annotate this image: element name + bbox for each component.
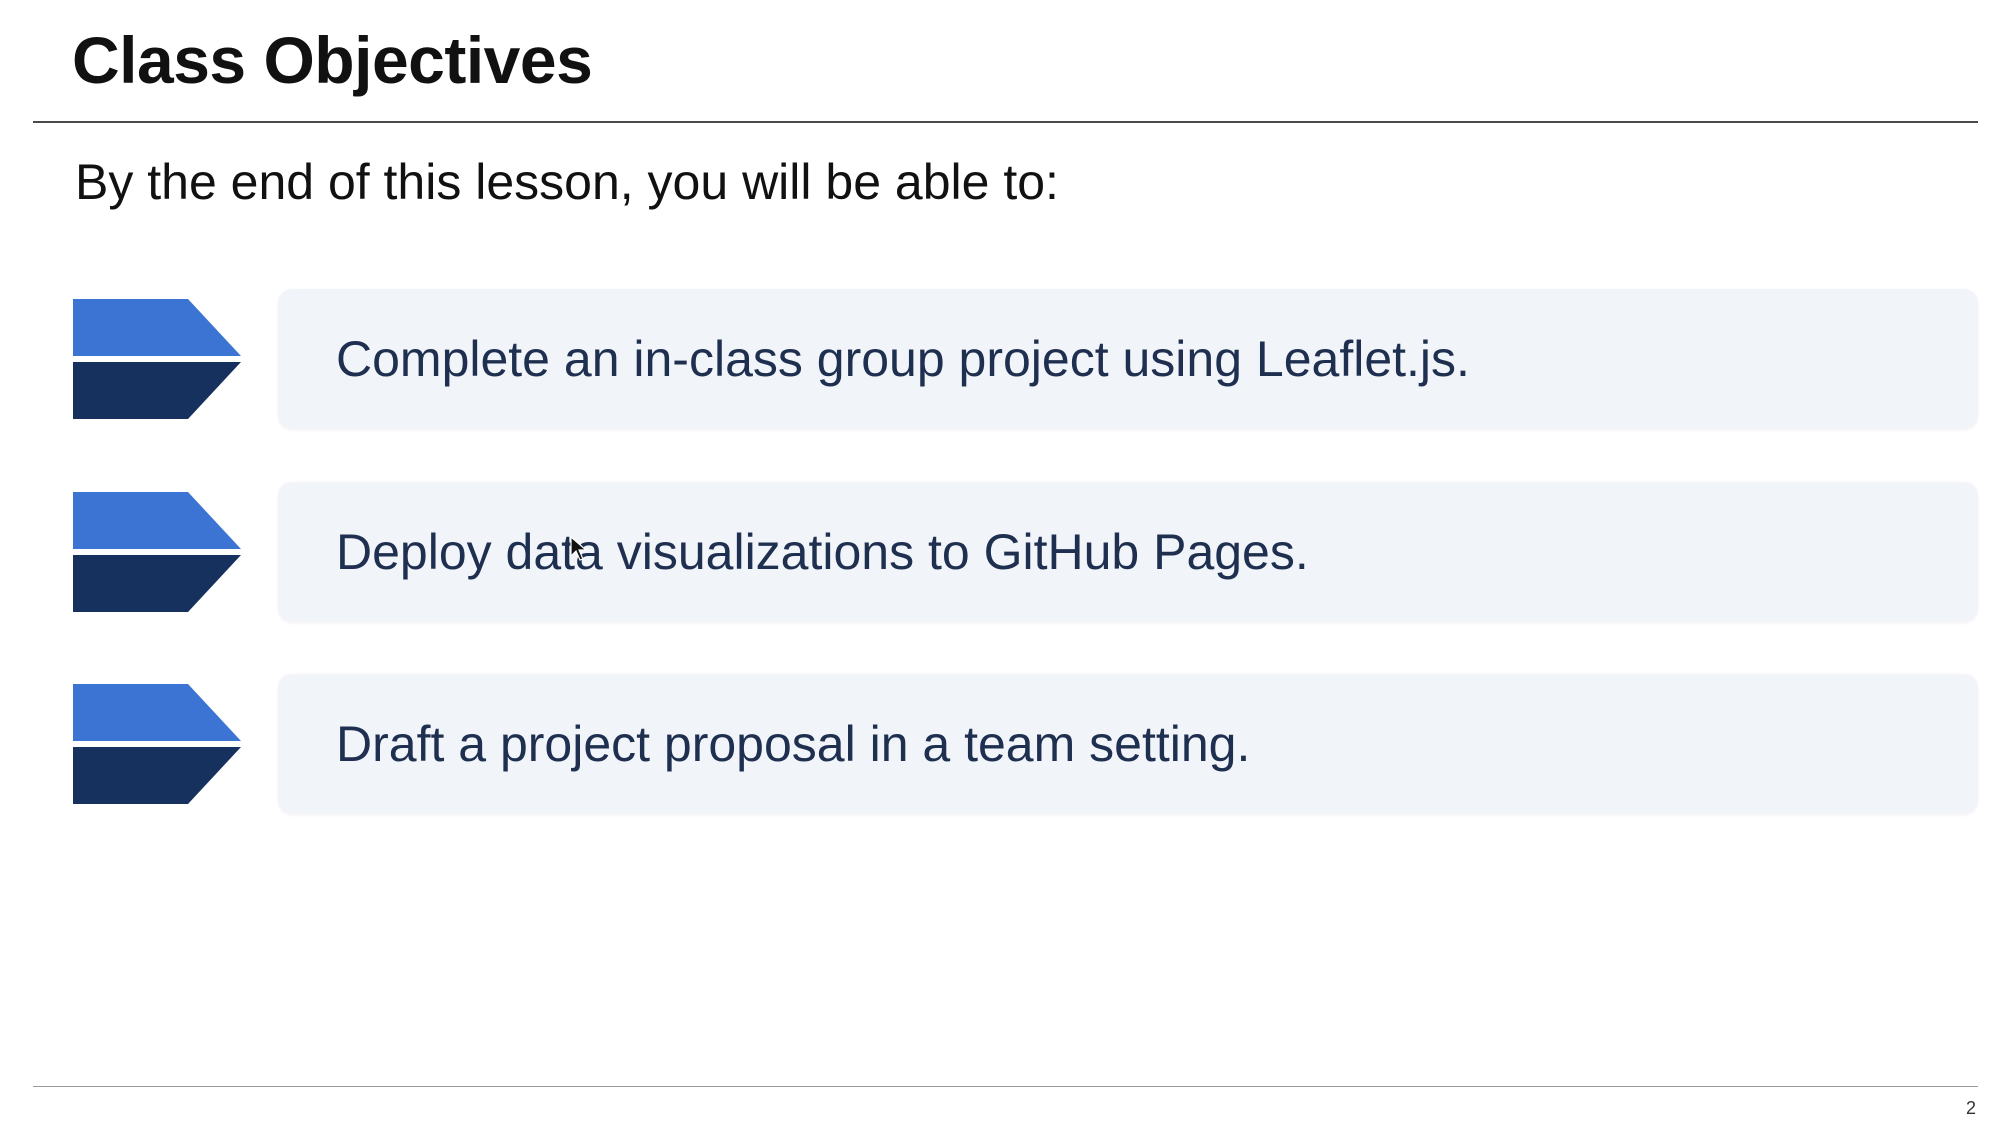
objective-item: Complete an in-class group project using…: [0, 289, 1998, 429]
objective-card: Draft a project proposal in a team setti…: [278, 674, 1978, 814]
chevron-arrow-icon: [73, 684, 241, 804]
objective-item: Draft a project proposal in a team setti…: [0, 674, 1998, 814]
chevron-arrow-icon: [73, 492, 241, 612]
objective-text: Complete an in-class group project using…: [336, 331, 1470, 387]
objective-text: Deploy data visualizations to GitHub Pag…: [336, 524, 1309, 580]
chevron-arrow-icon: [73, 299, 241, 419]
objective-card: Complete an in-class group project using…: [278, 289, 1978, 429]
slide: Class Objectives By the end of this less…: [0, 0, 1998, 1126]
slide-title: Class Objectives: [72, 23, 593, 97]
objective-text: Draft a project proposal in a team setti…: [336, 716, 1251, 772]
mouse-cursor-icon: [570, 535, 588, 562]
page-number: 2: [1965, 1098, 1976, 1118]
footer-divider: [33, 1086, 1978, 1087]
slide-subtitle: By the end of this lesson, you will be a…: [75, 154, 1059, 210]
objective-item: Deploy data visualizations to GitHub Pag…: [0, 482, 1998, 622]
title-divider: [33, 121, 1978, 123]
objective-card: Deploy data visualizations to GitHub Pag…: [278, 482, 1978, 622]
